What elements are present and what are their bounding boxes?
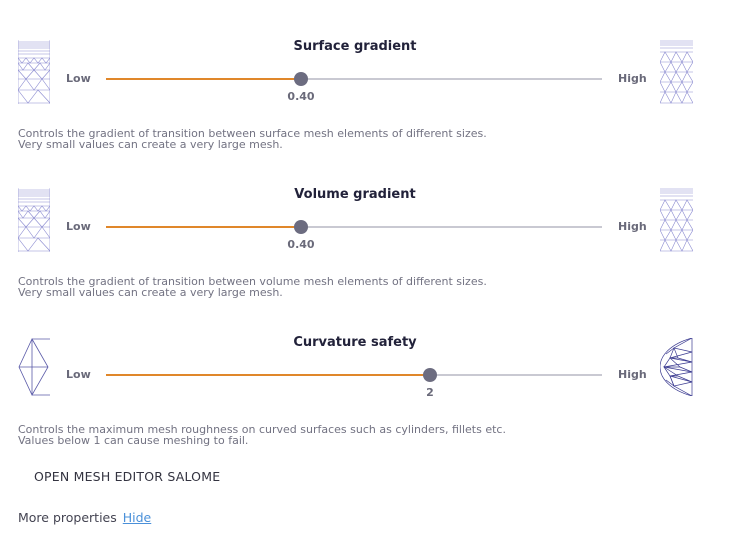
slider-fill: [106, 374, 430, 376]
slider-description: Controls the maximum mesh roughness on c…: [18, 424, 506, 446]
hide-link[interactable]: Hide: [123, 510, 152, 525]
slider-fill: [106, 226, 301, 228]
high-label: High: [618, 220, 647, 233]
slider-title: Volume gradient: [294, 187, 416, 202]
slider-knob[interactable]: [294, 72, 308, 86]
slider-value: 0.40: [287, 238, 315, 251]
slider-track[interactable]: [106, 220, 602, 234]
slider-description: Controls the gradient of transition betw…: [18, 128, 487, 150]
low-label: Low: [66, 72, 91, 85]
curvature-safety-section: Curvature safety Low 2 High Controls the…: [0, 296, 734, 446]
low-label: Low: [66, 368, 91, 381]
volume-gradient-section: Volume gradient Low 0.40 High Controls t…: [0, 148, 734, 298]
high-label: High: [618, 72, 647, 85]
slider-track[interactable]: [106, 368, 602, 382]
slider-title: Curvature safety: [293, 335, 417, 350]
description-line: Values below 1 can cause meshing to fail…: [18, 434, 249, 447]
low-label: Low: [66, 220, 91, 233]
high-label: High: [618, 368, 647, 381]
slider-title: Surface gradient: [293, 39, 417, 54]
slider-value: 2: [426, 386, 434, 399]
slider-fill: [106, 78, 301, 80]
slider-knob[interactable]: [294, 220, 308, 234]
slider-track[interactable]: [106, 72, 602, 86]
fine-curve-mesh-icon: [660, 338, 694, 396]
more-properties-label: More properties: [18, 510, 117, 525]
more-properties-row: More properties Hide: [18, 510, 151, 525]
surface-gradient-section: Surface gradient Low 0.40 High Controls …: [0, 0, 734, 150]
uniform-mesh-icon: [660, 188, 693, 252]
slider-description: Controls the gradient of transition betw…: [18, 276, 487, 298]
slider-value: 0.40: [287, 90, 315, 103]
slider-knob[interactable]: [423, 368, 437, 382]
uniform-mesh-icon: [660, 40, 693, 104]
open-mesh-editor-button[interactable]: OPEN MESH EDITOR SALOME: [34, 469, 220, 484]
